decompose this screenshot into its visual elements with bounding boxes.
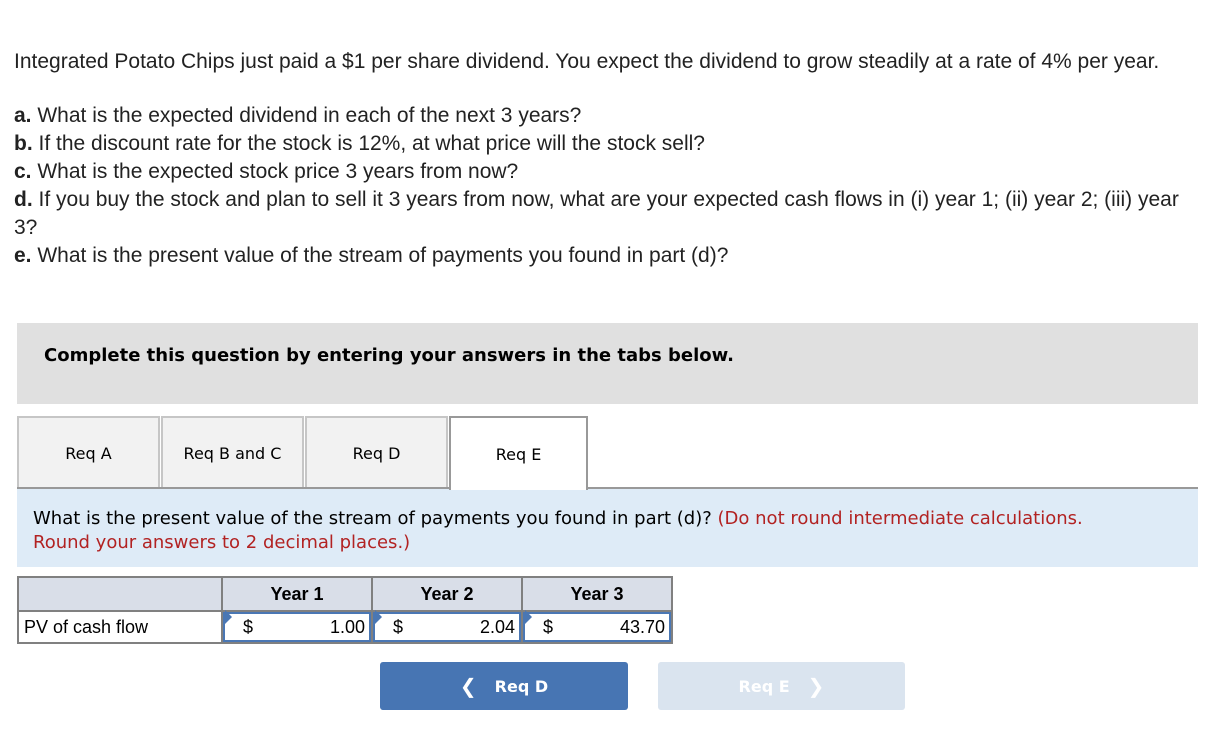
- year-2-input[interactable]: $ 2.04: [373, 610, 521, 642]
- answer-flag-icon: [225, 610, 232, 624]
- tab-req-a[interactable]: Req A: [17, 416, 160, 488]
- part-letter: d.: [14, 188, 33, 211]
- currency-symbol: $: [543, 616, 554, 637]
- prev-req-label: Req D: [494, 676, 549, 696]
- header-blank: [17, 576, 223, 612]
- part-letter: b.: [14, 132, 33, 155]
- answer-flag-icon: [375, 610, 382, 624]
- question-part-d: d. If you buy the stock and plan to sell…: [14, 186, 1194, 242]
- requirement-prompt: What is the present value of the stream …: [33, 507, 1198, 555]
- year-1-input[interactable]: $ 1.00: [223, 610, 371, 642]
- part-text: If you buy the stock and plan to sell it…: [14, 188, 1179, 239]
- question-part-e: e. What is the present value of the stre…: [14, 242, 1194, 270]
- part-letter: a.: [14, 104, 32, 127]
- table-row: PV of cash flow $ 1.00 $ 2.04 $ 43.70: [17, 610, 673, 644]
- answer-flag-icon: [525, 610, 532, 624]
- header-year-1: Year 1: [221, 576, 373, 612]
- question-parts: a. What is the expected dividend in each…: [14, 102, 1194, 270]
- part-text: What is the expected dividend in each of…: [31, 104, 582, 127]
- part-text: If the discount rate for the stock is 12…: [32, 132, 705, 155]
- prompt-note: (Do not round intermediate calculations.: [717, 508, 1083, 529]
- chevron-left-icon: ❮: [459, 674, 477, 698]
- year-1-cell: $ 1.00: [221, 610, 373, 644]
- input-value: 43.70: [619, 616, 665, 637]
- question-text: Integrated Potato Chips just paid a $1 p…: [14, 48, 1194, 270]
- row-label: PV of cash flow: [17, 610, 223, 644]
- next-req-label: Req E: [738, 676, 790, 696]
- header-year-2: Year 2: [371, 576, 523, 612]
- next-req-button: Req E ❯: [658, 662, 905, 710]
- tab-req-d[interactable]: Req D: [305, 416, 448, 488]
- tab-req-b-and-c[interactable]: Req B and C: [161, 416, 304, 488]
- currency-symbol: $: [243, 616, 254, 637]
- question-part-c: c. What is the expected stock price 3 ye…: [14, 158, 1194, 186]
- requirement-prompt-panel: What is the present value of the stream …: [17, 487, 1198, 567]
- prompt-question: What is the present value of the stream …: [33, 508, 718, 529]
- question-part-b: b. If the discount rate for the stock is…: [14, 130, 1194, 158]
- question-part-a: a. What is the expected dividend in each…: [14, 102, 1194, 130]
- year-3-cell: $ 43.70: [521, 610, 673, 644]
- input-value: 2.04: [479, 616, 515, 637]
- instruction-text: Complete this question by entering your …: [44, 345, 734, 366]
- input-value: 1.00: [329, 616, 365, 637]
- question-intro: Integrated Potato Chips just paid a $1 p…: [14, 50, 1160, 73]
- header-year-3: Year 3: [521, 576, 673, 612]
- requirement-tabs: Req A Req B and C Req D Req E: [17, 416, 589, 490]
- pv-table: Year 1 Year 2 Year 3 PV of cash flow $ 1…: [17, 576, 673, 644]
- year-3-input[interactable]: $ 43.70: [523, 610, 671, 642]
- part-text: What is the expected stock price 3 years…: [31, 160, 519, 183]
- prompt-note-rounding: Round your answers to 2 decimal places.): [33, 532, 411, 553]
- table-header-row: Year 1 Year 2 Year 3: [17, 576, 673, 612]
- part-letter: c.: [14, 160, 32, 183]
- prev-req-button[interactable]: ❮ Req D: [380, 662, 628, 710]
- currency-symbol: $: [393, 616, 404, 637]
- part-text: What is the present value of the stream …: [31, 244, 729, 267]
- part-letter: e.: [14, 244, 32, 267]
- chevron-right-icon: ❯: [807, 674, 825, 698]
- tab-req-e[interactable]: Req E: [449, 416, 588, 490]
- instruction-bar: Complete this question by entering your …: [17, 323, 1198, 404]
- year-2-cell: $ 2.04: [371, 610, 523, 644]
